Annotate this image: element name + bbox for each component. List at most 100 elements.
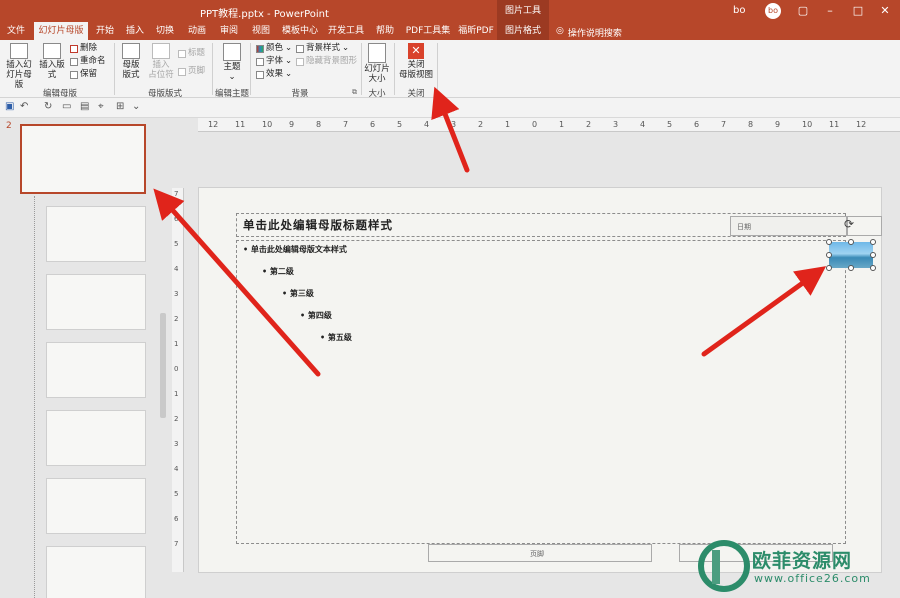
background-styles-dropdown[interactable]: 背景样式 ⌄ <box>296 43 349 54</box>
resize-handle[interactable] <box>870 239 876 245</box>
themes-button[interactable]: 主题 ⌄ <box>218 43 246 82</box>
resize-handle[interactable] <box>826 239 832 245</box>
ruler-tick-label: 0 <box>174 365 179 373</box>
effects-dropdown[interactable]: 效果 ⌄ <box>256 69 292 80</box>
resize-handle[interactable] <box>826 252 832 258</box>
fonts-dropdown[interactable]: 字体 ⌄ <box>256 56 292 67</box>
background-styles-dropdown-icon: ⌄ <box>342 43 350 53</box>
master-layout-label-1: 母版 <box>122 60 140 70</box>
tab-view[interactable]: 视图 <box>248 22 274 40</box>
tab-help[interactable]: 帮助 <box>372 22 398 40</box>
undo-icon[interactable]: ↶ <box>20 101 28 112</box>
ruler-tick-label: 7 <box>174 540 179 548</box>
scrollbar-thumb[interactable] <box>160 313 166 418</box>
tab-developer[interactable]: 开发工具 <box>326 22 366 40</box>
close-master-icon: ✕ <box>408 43 424 59</box>
tab-foxit-pdf[interactable]: 福昕PDF <box>456 22 496 40</box>
body-placeholder[interactable] <box>236 240 846 544</box>
text-level-3: • 第三级 <box>282 288 314 298</box>
layout-icon[interactable]: ▤ <box>80 101 89 112</box>
thumbnail-layout[interactable] <box>46 274 146 330</box>
thumbnail-layout[interactable] <box>46 410 146 466</box>
tab-review[interactable]: 审阅 <box>216 22 242 40</box>
tab-pdf-toolset[interactable]: PDF工具集 <box>404 22 452 40</box>
ruler-tick-label: 1 <box>559 120 565 129</box>
tab-animations[interactable]: 动画 <box>184 22 210 40</box>
ruler-tick-label: 4 <box>174 265 179 273</box>
present-icon[interactable]: ▭ <box>62 101 71 112</box>
insert-placeholder-label-1: 插入 <box>152 60 170 70</box>
ribbon-tabs: 文件 幻灯片母版 开始 插入 切换 动画 审阅 视图 模板中心 开发工具 帮助 … <box>0 22 900 40</box>
hide-background-label: 隐藏背景图形 <box>306 56 358 66</box>
resize-handle[interactable] <box>870 265 876 271</box>
fonts-label: 字体 <box>266 56 284 66</box>
thumbnail-layout[interactable] <box>46 478 146 534</box>
thumbnail-layout[interactable] <box>46 342 146 398</box>
resize-handle[interactable] <box>826 265 832 271</box>
colors-icon <box>256 44 264 53</box>
rename-icon <box>70 57 78 66</box>
slide-size-icon <box>368 43 386 63</box>
tab-file[interactable]: 文件 <box>2 22 30 40</box>
preserve-icon <box>70 70 78 79</box>
ruler-tick-label: 7 <box>721 120 727 129</box>
thumbnail-layout[interactable] <box>46 206 146 262</box>
rotate-handle-icon[interactable]: ⟳ <box>844 217 854 231</box>
tab-transitions[interactable]: 切换 <box>152 22 178 40</box>
resize-handle[interactable] <box>848 265 854 271</box>
tell-me-box[interactable]: ◎ 操作说明搜索 <box>556 26 622 39</box>
ruler-tick-label: 7 <box>343 120 349 129</box>
thumbnail-master[interactable] <box>20 124 146 194</box>
minimize-icon[interactable]: – <box>822 3 838 19</box>
ruler-tick-label: 2 <box>174 315 179 323</box>
insert-layout-icon <box>43 43 61 59</box>
avatar[interactable]: bo <box>765 3 781 19</box>
close-master-view-button[interactable]: ✕ 关闭 母版视图 <box>398 43 434 80</box>
insert-layout-button[interactable]: 插入版式 <box>36 43 68 80</box>
thumbnail-layout[interactable] <box>46 546 146 598</box>
group-separator <box>250 43 251 95</box>
insert-master-icon <box>10 43 28 59</box>
colors-dropdown-icon: ⌄ <box>285 43 293 53</box>
ruler-tick-label: 5 <box>174 240 179 248</box>
date-placeholder-text: 日期 <box>737 223 751 231</box>
delete-button[interactable]: 删除 <box>70 43 97 54</box>
redo-icon[interactable]: ↻ <box>44 101 52 112</box>
tab-template-center[interactable]: 模板中心 <box>280 22 320 40</box>
slide-number: 2 <box>6 121 12 131</box>
background-dialog-launcher-icon[interactable]: ⧉ <box>352 87 357 98</box>
insert-master-label-1: 插入幻 <box>6 60 32 70</box>
thumbnail-scrollbar[interactable] <box>159 118 167 598</box>
ruler-tick-label: 1 <box>505 120 511 129</box>
resize-handle[interactable] <box>870 252 876 258</box>
text-level-1: • 单击此处编辑母版文本样式 <box>243 244 347 254</box>
tab-slide-master[interactable]: 幻灯片母版 <box>34 22 88 40</box>
insert-slide-master-button[interactable]: 插入幻 灯片母版 <box>3 43 35 90</box>
master-layout-button[interactable]: 母版 版式 <box>118 43 144 80</box>
ruler-tick-label: 7 <box>174 190 179 198</box>
ribbon-display-icon[interactable]: ▢ <box>795 3 811 19</box>
insert-layout-label: 插入版式 <box>39 60 65 80</box>
ruler-tick-label: 4 <box>640 120 646 129</box>
preserve-button[interactable]: 保留 <box>70 69 97 80</box>
maximize-icon[interactable]: □ <box>850 3 866 19</box>
tab-insert[interactable]: 插入 <box>122 22 148 40</box>
footer-checkbox: 页脚 <box>178 66 205 77</box>
watermark-name: 欧菲资源网 <box>752 550 853 572</box>
customize-qat-icon[interactable]: ⌄ <box>132 101 140 112</box>
rename-button[interactable]: 重命名 <box>70 56 106 67</box>
close-icon[interactable]: ✕ <box>877 3 893 19</box>
save-icon[interactable]: ▣ <box>5 101 14 112</box>
resize-handle[interactable] <box>848 239 854 245</box>
touch-mode-icon[interactable]: ⌖ <box>98 101 104 112</box>
user-name[interactable]: bo <box>733 5 745 16</box>
tab-picture-format[interactable]: 图片格式 <box>497 22 549 40</box>
colors-dropdown[interactable]: 颜色 ⌄ <box>256 43 292 54</box>
tab-home[interactable]: 开始 <box>92 22 118 40</box>
ruler-tick-label: 4 <box>424 120 430 129</box>
slide-size-button[interactable]: 幻灯片 大小 <box>364 43 390 84</box>
close-label-2: 母版视图 <box>398 70 433 80</box>
format-icon[interactable]: ⊞ <box>116 101 124 112</box>
thumbnail-panel: 2 <box>0 118 170 598</box>
ruler-tick-label: 9 <box>775 120 781 129</box>
